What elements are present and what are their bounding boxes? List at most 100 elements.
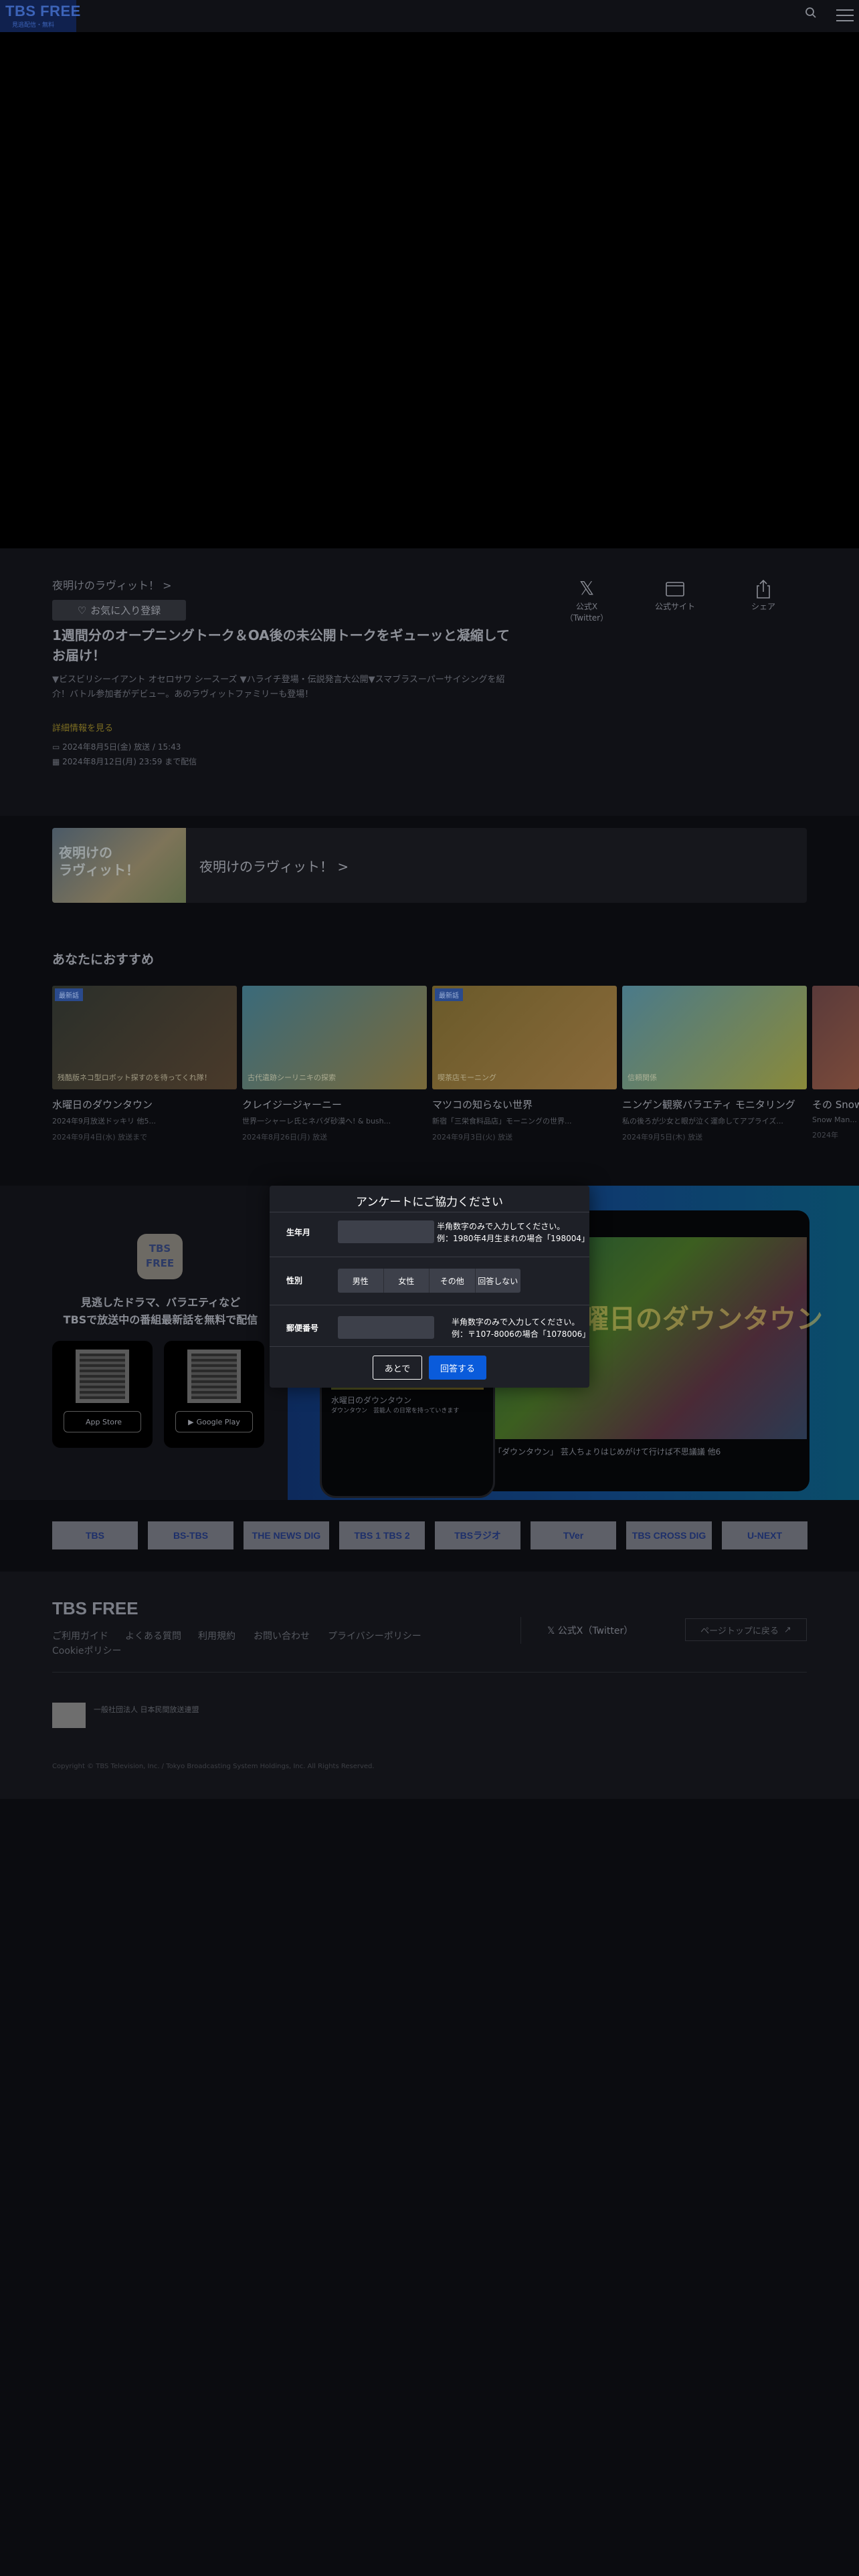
tv-icon: ▭ [52, 742, 63, 752]
footer-link[interactable]: プライバシーポリシー [328, 1629, 421, 1642]
channel-logo[interactable]: TBS 1 TBS 2 [339, 1521, 425, 1549]
gender-option-male[interactable]: 男性 [338, 1269, 384, 1293]
recommend-title: クレイジージャーニー [242, 1099, 342, 1111]
zip-label: 郵便番号 [286, 1323, 319, 1333]
channel-logo[interactable]: THE NEWS DIG [244, 1521, 329, 1549]
footer-link[interactable]: よくある質問 [125, 1629, 181, 1642]
recommend-subtitle: 私の後ろが少女と眼が泣く運命してアプライズ... [622, 1117, 783, 1125]
logo-subtitle: 見逃配信・無料 [12, 22, 55, 29]
recommend-thumbnail: 最新話残酷版ネコ型ロボット探すのを待ってくれ隊！ [52, 986, 237, 1089]
google-play-button[interactable]: ▶ Google Play [175, 1411, 253, 1432]
recommend-date: 2024年9月4日(水) 放送まで [52, 1133, 148, 1142]
recommend-card[interactable]: その Snow Snow Man... 2024年 [812, 986, 859, 1140]
banner-program-link[interactable]: 夜明けのラヴィット！ > [199, 856, 349, 875]
footer-link[interactable]: Cookieポリシー [52, 1644, 122, 1657]
more-info-link[interactable]: 詳細情報を見る [52, 721, 113, 734]
browser-window-icon [645, 576, 705, 601]
submit-button[interactable]: 回答する [429, 1356, 486, 1380]
thumbnail-caption: 残酷版ネコ型ロボット探すのを待ってくれ隊！ [58, 1073, 211, 1082]
gender-selector: 男性 女性 その他 回答しない [338, 1269, 520, 1293]
channel-logo[interactable]: TBS CROSS DIG [626, 1521, 712, 1549]
gender-option-female[interactable]: 女性 [384, 1269, 430, 1293]
recommend-date: 2024年9月5日(木) 放送 [622, 1133, 703, 1142]
footer-divider [52, 1672, 807, 1673]
tablet-caption: 「ダウンタウン」 芸人ちょりはじめがけて行けば不思議議 他6 [494, 1447, 721, 1457]
gender-option-other[interactable]: その他 [430, 1269, 476, 1293]
footer-link[interactable]: お問い合わせ [254, 1629, 310, 1642]
recommend-card[interactable]: 信頼関係 ニンゲン観察バラエティ モニタリング 私の後ろが少女と眼が泣く運命してアプ… [622, 986, 807, 1142]
channel-logo[interactable]: BS-TBS [148, 1521, 233, 1549]
footer-link[interactable]: ご利用ガイド [52, 1629, 108, 1642]
new-episode-badge: 最新話 [55, 988, 83, 1001]
recommend-date: 2024年 [812, 1131, 838, 1140]
gender-label: 性別 [286, 1276, 303, 1285]
phone-caption-sub: ダウンタウン 芸能人 の日常を持っていきます [331, 1408, 460, 1414]
share-x-button[interactable]: 𝕏 公式X（Twitter） [557, 576, 617, 623]
recommend-date: 2024年9月3日(火) 放送 [432, 1133, 513, 1142]
page-top-button[interactable]: ページトップに戻る ↗ [685, 1618, 807, 1641]
official-site-button[interactable]: 公式サイト [645, 576, 705, 612]
recommend-thumbnail: 古代遺跡シーリニキの探索 [242, 986, 427, 1089]
channel-logo[interactable]: TVer [531, 1521, 616, 1549]
recommend-title: マツコの知らない世界 [432, 1099, 533, 1111]
app-store-button[interactable]: App Store [64, 1411, 141, 1432]
channel-logo[interactable]: TBS [52, 1521, 138, 1549]
birth-note: 半角数字のみで入力してください。 例：1980年4月生まれの場合「198004」 [437, 1220, 589, 1245]
zip-note: 半角数字のみで入力してください。 例：〒107-8006の場合「1078006」 [452, 1316, 590, 1340]
share-label: シェア [751, 602, 775, 611]
program-breadcrumb[interactable]: 夜明けのラヴィット！ > [52, 576, 172, 593]
zip-note-line1: 半角数字のみで入力してください。 [452, 1317, 580, 1327]
page-top-label: ページトップに戻る [700, 1626, 779, 1636]
phone-caption: 水曜日のダウンタウン [331, 1396, 412, 1405]
arrow-up-icon: ↗ [783, 1624, 791, 1635]
recommend-card[interactable]: 古代遺跡シーリニキの探索 クレイジージャーニー 世界一シャーレ氏とネバダ砂漠へ! &… [242, 986, 427, 1142]
logo-text: TBS FREE [5, 3, 81, 19]
episode-title: 1週間分のオープニングトーク＆OA後の未公開トークをギューッと凝縮してお届け！ [52, 627, 510, 663]
x-logo-icon: 𝕏 [547, 1626, 558, 1636]
thumbnail-caption: 信頼関係 [628, 1073, 657, 1082]
search-icon[interactable] [805, 7, 817, 22]
birth-input[interactable] [338, 1220, 434, 1243]
recommend-thumbnail: 信頼関係 [622, 986, 807, 1089]
heart-icon: ♡ [77, 604, 87, 617]
recommend-subtitle: Snow Man... [812, 1115, 857, 1124]
available-until: ▦ 2024年8月12日(月) 23:59 まで配信 [52, 756, 197, 767]
later-button[interactable]: あとで [373, 1356, 422, 1380]
footer-logo[interactable]: TBS FREE [52, 1598, 138, 1619]
thumbnail-caption: 喫茶店モーニング [438, 1073, 496, 1082]
channel-logo[interactable]: U-NEXT [722, 1521, 807, 1549]
share-button[interactable]: シェア [733, 576, 793, 612]
recommend-card[interactable]: 最新話 喫茶店モーニング マツコの知らない世界 新宿「三栄食料品店」モーニングの世界.… [432, 986, 617, 1142]
recommend-thumbnail [812, 986, 859, 1089]
birth-note-line2: 例：1980年4月生まれの場合「198004」 [437, 1234, 589, 1243]
episode-description: ▼ビスビリシーイアント オセロサワ シースーズ ▼ハライチ登場・伝説発言大公開▼… [52, 675, 505, 700]
recommend-subtitle: 2024年9月放送ドッキリ 他5... [52, 1117, 156, 1125]
broadcast-date: ▭ 2024年8月5日(金) 放送 / 15:43 [52, 741, 181, 752]
jba-badge-text: 一般社団法人 日本民間放送連盟 [94, 1705, 199, 1714]
broadcast-date-text: 2024年8月5日(金) 放送 / 15:43 [62, 742, 181, 752]
recommend-heading: あなたにおすすめ [52, 952, 155, 967]
birth-label: 生年月 [286, 1228, 311, 1237]
calendar-icon: ▦ [52, 757, 63, 766]
recommend-title: 水曜日のダウンタウン [52, 1099, 153, 1111]
recommend-title: その Snow [812, 1099, 859, 1111]
footer-x-link[interactable]: 𝕏 公式X（Twitter） [547, 1624, 633, 1637]
tablet-image-title: 水曜日のダウンタウン [555, 1304, 823, 1335]
channel-logo[interactable]: TBSラジオ [435, 1521, 520, 1549]
share-x-label: 公式X（Twitter） [565, 602, 609, 623]
hamburger-menu-icon[interactable] [836, 8, 854, 25]
gender-option-no-answer[interactable]: 回答しない [476, 1269, 521, 1293]
recommend-subtitle: 新宿「三栄食料品店」モーニングの世界... [432, 1117, 572, 1125]
recommend-card[interactable]: 最新話残酷版ネコ型ロボット探すのを待ってくれ隊！ 水曜日のダウンタウン 2024年9… [52, 986, 237, 1142]
app-logo: TBS FREE [137, 1234, 183, 1279]
favorite-button[interactable]: ♡ お気に入り登録 [52, 600, 186, 621]
survey-separator [270, 1346, 589, 1347]
share-icon [733, 576, 793, 601]
zip-input[interactable] [338, 1316, 434, 1339]
google-play-label: Google Play [196, 1417, 240, 1426]
footer-link[interactable]: 利用規約 [198, 1629, 235, 1642]
banner-image-title: 夜明けの ラヴィット！ [59, 845, 139, 878]
recommend-date: 2024年8月26日(月) 放送 [242, 1133, 328, 1142]
video-player[interactable] [0, 32, 859, 548]
google-play-qr-code [187, 1350, 241, 1403]
